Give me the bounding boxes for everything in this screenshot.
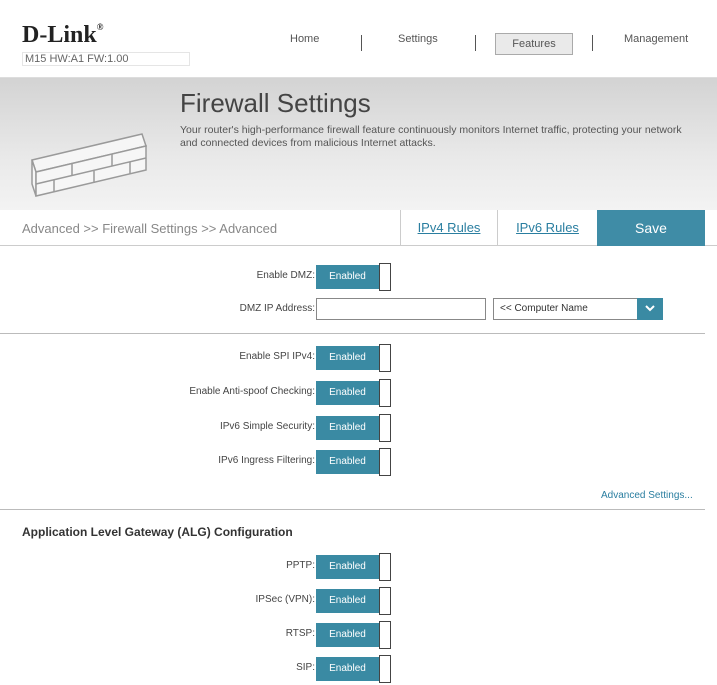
security-label: IPv6 Simple Security: — [219, 421, 315, 432]
dmz-ip-label: DMZ IP Address: — [239, 303, 315, 314]
save-button[interactable]: Save — [597, 210, 705, 246]
nav-separator — [592, 35, 593, 51]
dlink-logo: D-Link® — [22, 22, 104, 48]
toggle-state: Enabled — [316, 265, 379, 289]
dmz-toggle[interactable]: Enabled — [316, 263, 391, 291]
sip-toggle[interactable]: Enabled — [316, 655, 391, 683]
toggle-state: Enabled — [316, 381, 379, 405]
page-description: Your router's high-performance firewall … — [180, 124, 682, 149]
toggle-state: Enabled — [316, 657, 379, 681]
alg-section-title: Application Level Gateway (ALG) Configur… — [22, 525, 293, 539]
security-row: IPv6 Ingress Filtering: Enabled — [0, 448, 717, 476]
toggle-knob — [379, 621, 391, 649]
toggle-state: Enabled — [316, 346, 379, 370]
ipv6-simple-security-toggle[interactable]: Enabled — [316, 414, 391, 442]
security-row: Enable Anti-spoof Checking: Enabled — [0, 379, 717, 407]
alg-row: PPTP: Enabled — [0, 553, 717, 581]
nav-features[interactable]: Features — [495, 33, 573, 55]
section-divider — [0, 333, 705, 334]
alg-label: SIP: — [296, 662, 315, 673]
dmz-enable-label: Enable DMZ: — [256, 270, 315, 281]
alg-row: IPSec (VPN): Enabled — [0, 587, 717, 615]
alg-label: PPTP: — [286, 560, 315, 571]
nav-settings[interactable]: Settings — [398, 33, 438, 45]
toggle-knob — [379, 379, 391, 407]
nav-management[interactable]: Management — [624, 33, 688, 45]
section-divider — [0, 509, 705, 510]
toggle-knob — [379, 587, 391, 615]
alg-label: RTSP: — [285, 628, 315, 639]
advanced-settings-link[interactable]: Advanced Settings... — [601, 490, 693, 501]
model-info: M15 HW:A1 FW:1.00 — [22, 52, 190, 66]
toggle-knob — [379, 448, 391, 476]
rtsp-toggle[interactable]: Enabled — [316, 621, 391, 649]
security-label: Enable SPI IPv4: — [239, 351, 315, 362]
toggle-state: Enabled — [316, 450, 379, 474]
page-banner: Firewall Settings Your router's high-per… — [0, 78, 717, 210]
security-label: Enable Anti-spoof Checking: — [189, 386, 315, 397]
firewall-wall-icon — [31, 133, 147, 197]
tab-ipv4-rules[interactable]: IPv4 Rules — [400, 210, 497, 246]
security-row: Enable SPI IPv4: Enabled — [0, 344, 717, 372]
toggle-state: Enabled — [316, 416, 379, 440]
alg-row: SIP: Enabled — [0, 655, 717, 683]
toggle-state: Enabled — [316, 623, 379, 647]
toggle-knob — [379, 263, 391, 291]
security-label: IPv6 Ingress Filtering: — [218, 455, 315, 466]
nav-separator — [475, 35, 476, 51]
dmz-enable-row: Enable DMZ: Enabled — [0, 263, 717, 291]
sub-navigation: Advanced >> Firewall Settings >> Advance… — [0, 210, 717, 246]
page-title: Firewall Settings — [180, 88, 371, 118]
alg-label: IPSec (VPN): — [255, 594, 315, 605]
toggle-state: Enabled — [316, 555, 379, 579]
nav-home[interactable]: Home — [290, 33, 319, 45]
computer-name-select[interactable]: << Computer Name — [493, 298, 663, 320]
tab-ipv6-rules[interactable]: IPv6 Rules — [497, 210, 597, 246]
anti-spoof-toggle[interactable]: Enabled — [316, 379, 391, 407]
chevron-down-icon[interactable] — [637, 298, 663, 320]
toggle-knob — [379, 655, 391, 683]
toggle-knob — [379, 414, 391, 442]
breadcrumb: Advanced >> Firewall Settings >> Advance… — [22, 221, 278, 236]
ipv6-ingress-toggle[interactable]: Enabled — [316, 448, 391, 476]
dmz-ip-row: DMZ IP Address: << Computer Name — [0, 298, 717, 322]
pptp-toggle[interactable]: Enabled — [316, 553, 391, 581]
spi-ipv4-toggle[interactable]: Enabled — [316, 344, 391, 372]
toggle-state: Enabled — [316, 589, 379, 613]
nav-separator — [361, 35, 362, 51]
computer-name-select-value: << Computer Name — [500, 303, 588, 314]
dmz-ip-input[interactable] — [316, 298, 486, 320]
toggle-knob — [379, 344, 391, 372]
alg-row: RTSP: Enabled — [0, 621, 717, 649]
toggle-knob — [379, 553, 391, 581]
header: D-Link® M15 HW:A1 FW:1.00 Home Settings … — [0, 0, 717, 78]
ipsec-toggle[interactable]: Enabled — [316, 587, 391, 615]
security-row: IPv6 Simple Security: Enabled — [0, 414, 717, 442]
